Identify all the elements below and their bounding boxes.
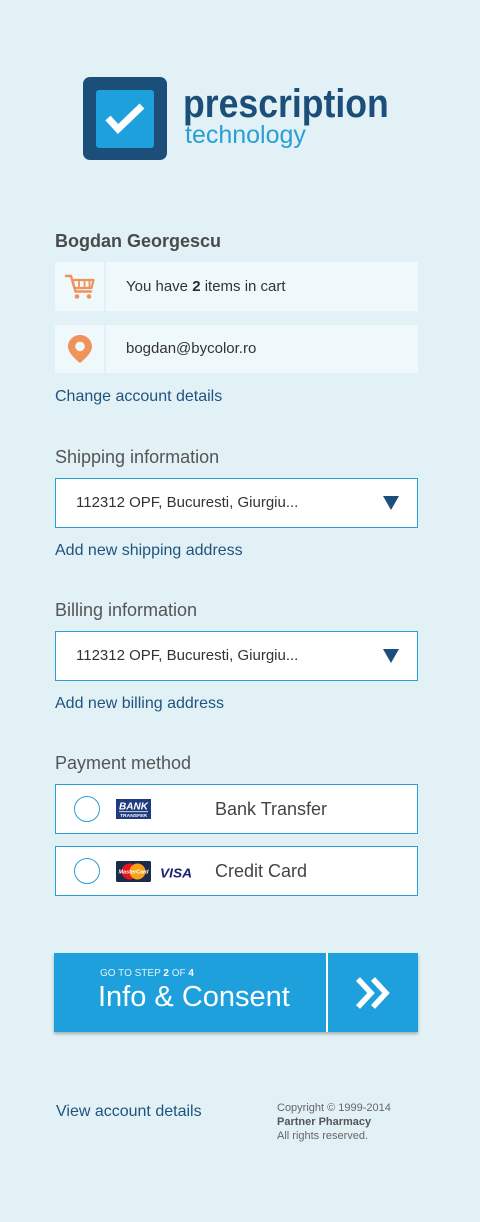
next-step-main-button[interactable]: GO TO STEP 2 OF 4 Info & Consent [54,953,326,1032]
billing-address-select[interactable]: 112312 OPF, Bucuresti, Giurgiu... [55,631,418,681]
billing-heading: Billing information [55,600,198,620]
bank-transfer-label: Bank Transfer [215,799,328,819]
view-account-link[interactable]: View account details [56,1102,202,1122]
next-step-button[interactable]: GO TO STEP 2 OF 4 Info & Consent [54,953,418,1032]
bank-transfer-radio[interactable] [74,796,100,822]
payment-heading: Payment method [55,753,192,773]
transfer-logo-text: TRANSFER [120,813,148,818]
mastercard-logo: MasterCard [116,861,151,882]
payment-option-bank-transfer[interactable]: BANK TRANSFER Bank Transfer [55,784,418,834]
rights-text: All rights reserved. [277,1130,369,1142]
billing-address-value: 112312 OPF, Bucuresti, Giurgiu... [76,647,299,664]
company-name: Partner Pharmacy [277,1116,372,1128]
shipping-address-value: 112312 OPF, Bucuresti, Giurgiu... [76,494,299,511]
shipping-heading: Shipping information [55,447,220,467]
brand-tagline: technology [185,121,306,149]
brand-name: prescription [183,82,389,126]
double-chevron-right-icon [355,977,390,1009]
visa-logo-text: VISA [160,866,192,878]
step-separator: OF [168,968,189,979]
email-value: bogdan@bycolor.ro [106,325,418,373]
location-pin-icon [67,335,92,363]
add-billing-address-link[interactable]: Add new billing address [55,694,224,714]
dropdown-arrow-icon [383,649,399,663]
email-icon-cell [55,325,104,373]
credit-card-label: Credit Card [215,861,308,881]
shipping-address-select[interactable]: 112312 OPF, Bucuresti, Giurgiu... [55,478,418,528]
cart-summary[interactable]: You have 2 items in cart [55,262,418,311]
copyright-text: Copyright © 1999-2014 [277,1102,391,1114]
cart-text-prefix: You have [126,278,193,295]
visa-logo: VISA [160,866,192,878]
cart-text-suffix: items in cart [200,278,286,295]
copyright-block: Copyright © 1999-2014 Partner Pharmacy A… [277,1101,391,1143]
change-account-link[interactable]: Change account details [55,387,222,407]
cart-icon-cell [55,262,104,311]
bank-transfer-logo: BANK TRANSFER [116,799,151,819]
mastercard-logo-text: MasterCard [119,869,149,875]
next-step-label: Info & Consent [98,981,290,1013]
add-shipping-address-link[interactable]: Add new shipping address [55,541,243,561]
logo-checkbox-icon [83,77,167,161]
shopping-cart-icon [64,274,95,299]
payment-option-credit-card[interactable]: MasterCard VISA Credit Card [55,846,418,896]
user-name: Bogdan Georgescu [55,231,222,251]
bank-logo-text: BANK [119,802,149,813]
checkbox-check-icon [83,77,167,160]
credit-card-radio[interactable] [74,858,100,884]
cart-count: 2 [192,278,201,295]
step-total: 4 [188,968,194,979]
step-indicator: GO TO STEP 2 OF 4 [100,968,194,980]
next-step-arrow-button[interactable] [328,953,418,1032]
dropdown-arrow-icon [383,496,399,510]
step-prefix: GO TO STEP [100,968,164,979]
email-summary: bogdan@bycolor.ro [55,325,418,373]
cart-text: You have 2 items in cart [106,262,418,311]
